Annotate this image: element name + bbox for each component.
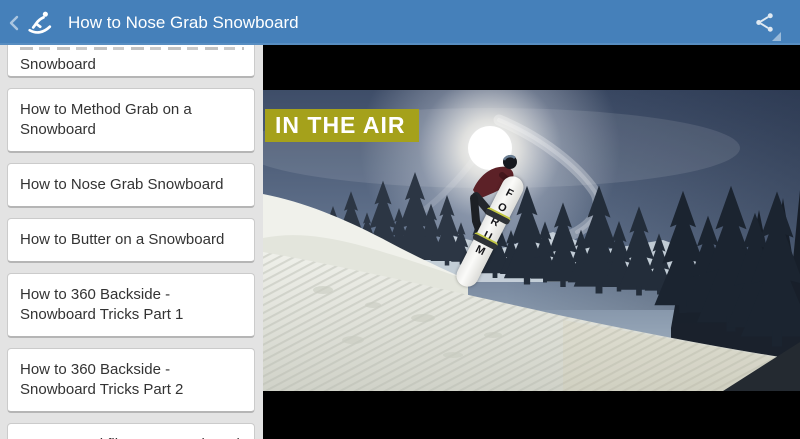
video-caption-overlay: IN THE AIR [265,109,419,142]
share-button[interactable] [742,0,786,45]
content-area: Snowboard How to Method Grab on a Snowbo… [0,45,800,439]
playlist-item[interactable]: How to 360 Backside - Snowboard Tricks P… [7,348,255,413]
playlist-item[interactable]: How to Method Grab on a Snowboard [7,88,255,153]
playlist-item[interactable]: Snowboard [7,45,255,78]
playlist-item-label: How to Method Grab on a Snowboard [20,101,192,138]
playlist-item[interactable]: How to Nose Grab Snowboard [7,163,255,208]
app-screen: How to Nose Grab Snowboard Snowboard How… [0,0,800,439]
share-icon [755,13,773,32]
snowboarder-app-icon[interactable] [26,9,54,37]
playlist-item[interactable]: How To Backflip on a Snowboard [7,423,255,439]
playlist-item-label: How to Butter on a Snowboard [20,231,225,248]
back-chevron-icon[interactable] [6,9,22,37]
video-player[interactable]: FORUM IN THE AIR [263,45,800,439]
playlist-item[interactable]: How to 360 Backside - Snowboard Tricks P… [7,273,255,338]
playlist-item[interactable]: How to Butter on a Snowboard [7,218,255,263]
playlist-item-label: Snowboard [20,56,96,73]
action-bar: How to Nose Grab Snowboard [0,0,800,45]
video-frame: FORUM IN THE AIR [263,90,800,391]
page-title: How to Nose Grab Snowboard [68,12,299,32]
playlist: Snowboard How to Method Grab on a Snowbo… [0,45,263,439]
playlist-item-label: How to 360 Backside - Snowboard Tricks P… [20,286,184,323]
expand-corner-icon [772,32,781,41]
playlist-item-label: How to 360 Backside - Snowboard Tricks P… [20,361,184,398]
playlist-item-label: How to Nose Grab Snowboard [20,176,224,193]
